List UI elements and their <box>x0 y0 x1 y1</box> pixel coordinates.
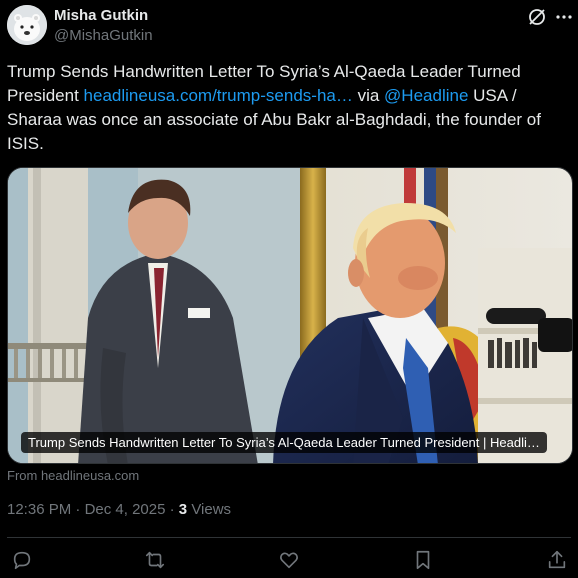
meta-separator: · <box>75 501 81 518</box>
tweet-time[interactable]: 12:36 PM <box>7 501 71 518</box>
tweet-text: Trump Sends Handwritten Letter To Syria’… <box>7 60 571 156</box>
avatar[interactable] <box>7 5 47 45</box>
reply-icon[interactable] <box>10 548 34 572</box>
tweet-mention[interactable]: @Headline <box>384 86 468 105</box>
card-image <box>8 168 572 463</box>
tweet-date[interactable]: Dec 4, 2025 <box>85 501 166 518</box>
share-icon[interactable] <box>545 548 569 572</box>
tweet-link[interactable]: headlineusa.com/trump-sends-ha… <box>84 86 353 105</box>
author-handle[interactable]: @MishaGutkin <box>54 27 153 44</box>
meta-separator: · <box>169 501 175 518</box>
bookmark-icon[interactable] <box>411 548 435 572</box>
retweet-icon[interactable] <box>143 548 167 572</box>
views-count: 3 <box>178 501 188 518</box>
tweet-meta: 12:36 PM · Dec 4, 2025 · 3 Views <box>7 501 231 518</box>
action-bar <box>0 538 578 578</box>
grok-icon[interactable] <box>524 4 550 30</box>
more-icon[interactable] <box>552 4 576 30</box>
views-label: Views <box>191 501 232 518</box>
like-icon[interactable] <box>277 548 301 572</box>
tweet-header: Misha Gutkin @MishaGutkin <box>0 0 578 52</box>
author-name[interactable]: Misha Gutkin <box>54 7 148 24</box>
tweet-text-part2: via <box>352 86 385 105</box>
card-source[interactable]: From headlineusa.com <box>7 468 139 483</box>
polar-bear-avatar-icon <box>7 5 47 45</box>
card-caption: Trump Sends Handwritten Letter To Syria’… <box>21 432 547 453</box>
link-card[interactable]: Trump Sends Handwritten Letter To Syria’… <box>7 167 573 464</box>
